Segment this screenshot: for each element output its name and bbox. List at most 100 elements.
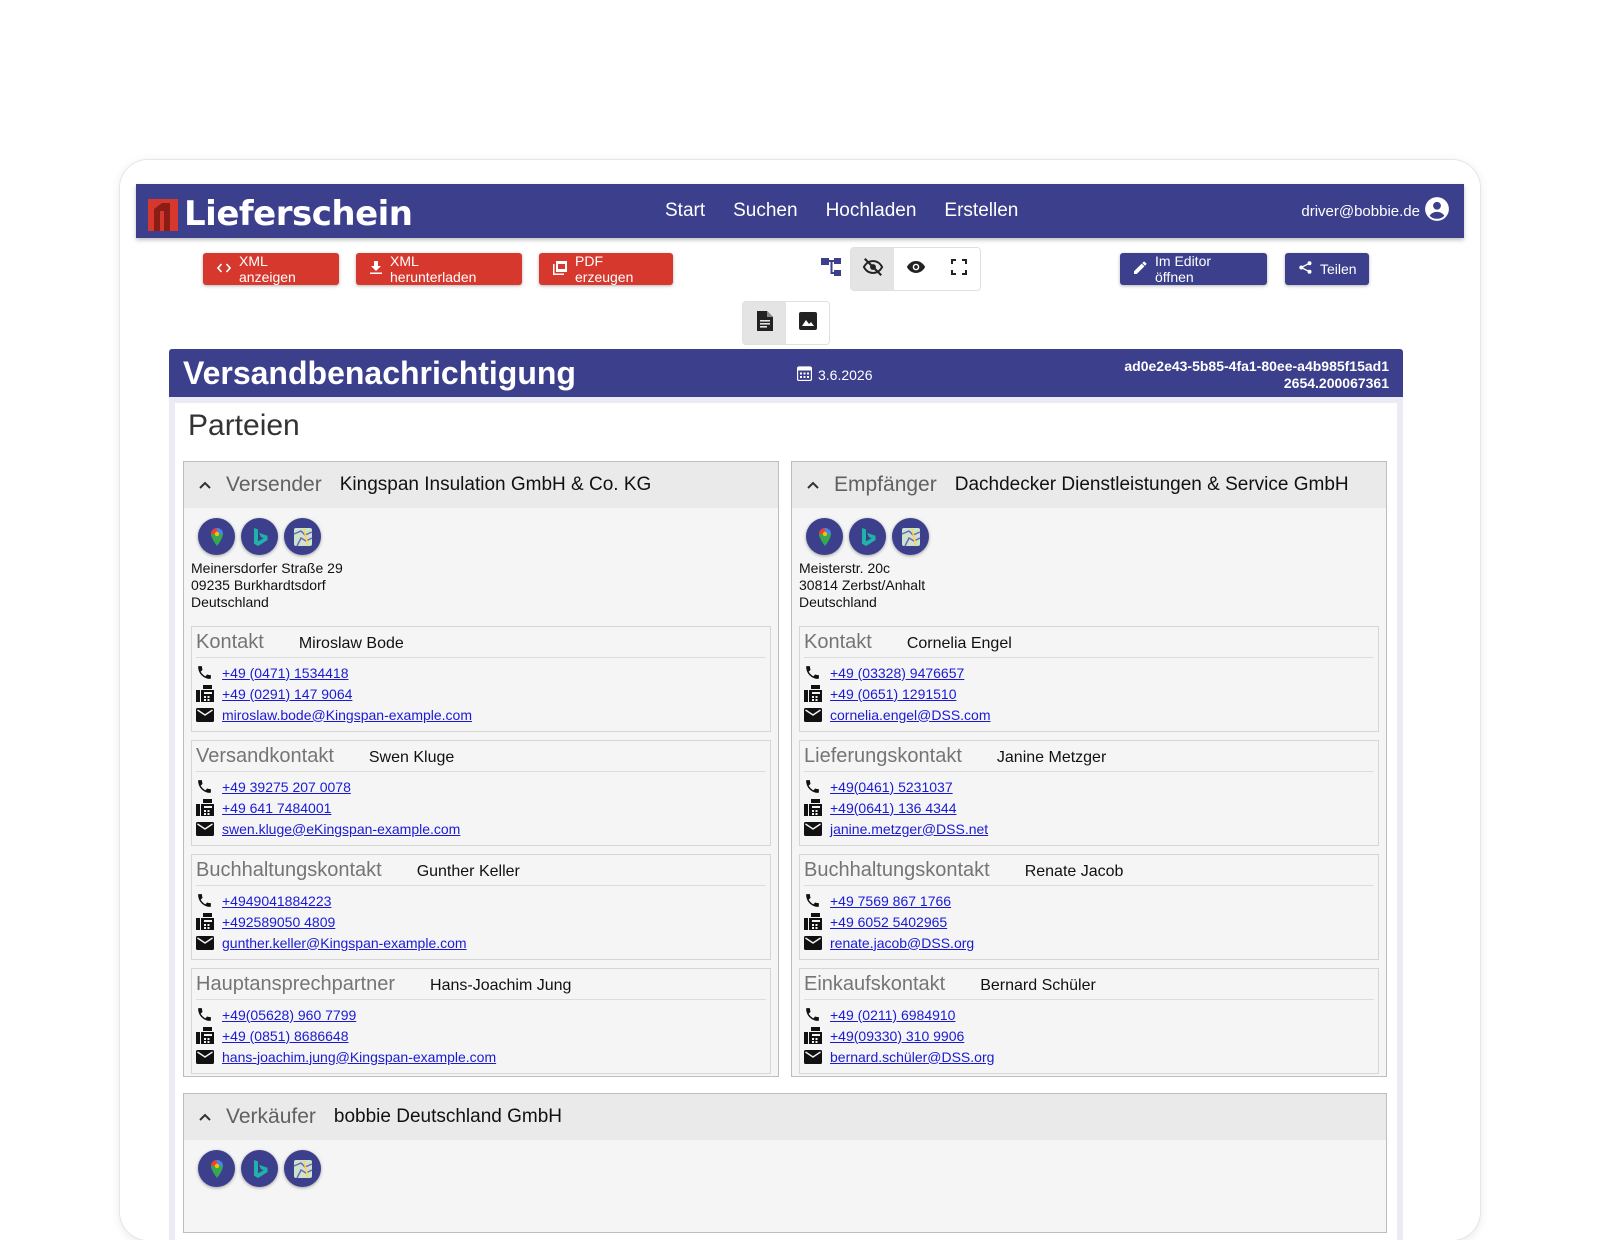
contact-name: Bernard Schüler (980, 977, 1096, 994)
mail-icon (804, 935, 830, 950)
xml-show-button[interactable]: XML anzeigen (203, 253, 339, 285)
main-nav: Start Suchen Hochladen Erstellen (665, 184, 1018, 238)
address-country: Deutschland (799, 594, 877, 610)
phone-link[interactable]: +49(0461) 5231037 (830, 779, 953, 795)
contact-role: Buchhaltungskontakt (196, 859, 382, 881)
xml-show-label: XML anzeigen (239, 253, 296, 285)
fax-link[interactable]: +49 641 7484001 (222, 800, 331, 816)
contact-card: Buchhaltungskontakt Gunther Keller +49490… (191, 854, 771, 960)
fax-link[interactable]: +49 (0651) 1291510 (830, 686, 957, 702)
osm-maps-icon[interactable] (284, 1150, 321, 1187)
show-toggle[interactable] (894, 248, 937, 290)
party-header[interactable]: Verkäufer bobbie Deutschland GmbH (184, 1094, 1386, 1140)
party-name: Dachdecker Dienstleistungen & Service Gm… (954, 474, 1349, 495)
email-link[interactable]: miroslaw.bode@Kingspan-example.com (222, 707, 472, 723)
party-header[interactable]: Empfänger Dachdecker Dienstleistungen & … (792, 462, 1386, 508)
download-icon (370, 261, 382, 277)
nav-start[interactable]: Start (665, 200, 705, 222)
party-role: Verkäufer (226, 1105, 316, 1128)
contact-name: Hans-Joachim Jung (430, 977, 572, 994)
party-card-sender: Versender Kingspan Insulation GmbH & Co.… (183, 461, 779, 1077)
phone-link[interactable]: +49 (03328) 9476657 (830, 665, 964, 681)
bing-maps-icon[interactable] (849, 518, 886, 555)
google-maps-icon[interactable] (198, 518, 235, 555)
email-link[interactable]: janine.metzger@DSS.net (830, 821, 988, 837)
document-date-value: 3.6.2026 (818, 366, 873, 383)
image-toggle[interactable] (786, 302, 829, 344)
bing-maps-icon[interactable] (241, 518, 278, 555)
phone-link[interactable]: +4949041884223 (222, 893, 331, 909)
fax-link[interactable]: +49(0641) 136 4344 (830, 800, 957, 816)
address-country: Deutschland (191, 594, 269, 610)
party-role: Empfänger (834, 473, 937, 496)
contact-card: Kontakt Miroslaw Bode +49 (0471) 1534418 … (191, 626, 771, 732)
party-header[interactable]: Versender Kingspan Insulation GmbH & Co.… (184, 462, 778, 508)
logo[interactable]: Lieferschein (148, 194, 413, 234)
tree-view-button[interactable] (812, 247, 852, 291)
fax-icon (804, 685, 830, 702)
app-window: Lieferschein Start Suchen Hochladen Erst… (120, 160, 1480, 1240)
share-button[interactable]: Teilen (1285, 253, 1369, 285)
mail-icon (196, 821, 222, 836)
contact-role: Buchhaltungskontakt (804, 859, 990, 881)
contact-role: Einkaufskontakt (804, 973, 946, 995)
address: Meisterstr. 20c 30814 Zerbst/Anhalt Deut… (792, 555, 1386, 611)
fax-link[interactable]: +492589050 4809 (222, 914, 335, 930)
phone-link[interactable]: +49 39275 207 0078 (222, 779, 351, 795)
hide-toggle[interactable] (851, 248, 894, 290)
fullscreen-icon (950, 258, 967, 280)
contact-role: Kontakt (804, 631, 872, 653)
nav-suchen[interactable]: Suchen (733, 200, 797, 222)
document-title: Versandbenachrichtigung (183, 355, 576, 391)
share-label: Teilen (1320, 261, 1357, 277)
mail-icon (196, 707, 222, 722)
contact-card: Kontakt Cornelia Engel +49 (03328) 947665… (799, 626, 1379, 732)
email-link[interactable]: bernard.schüler@DSS.org (830, 1049, 994, 1065)
pdf-icon (553, 260, 567, 278)
osm-maps-icon[interactable] (284, 518, 321, 555)
contact-card: Hauptansprechpartner Hans-Joachim Jung +4… (191, 968, 771, 1074)
phone-icon (804, 664, 830, 681)
party-name: bobbie Deutschland GmbH (333, 1106, 563, 1127)
email-link[interactable]: swen.kluge@eKingspan-example.com (222, 821, 460, 837)
email-link[interactable]: cornelia.engel@DSS.com (830, 707, 991, 723)
open-editor-button[interactable]: Im Editor öffnen (1120, 253, 1267, 285)
email-link[interactable]: gunther.keller@Kingspan-example.com (222, 935, 467, 951)
fax-link[interactable]: +49(09330) 310 9906 (830, 1028, 964, 1044)
xml-download-button[interactable]: XML herunterladen (356, 253, 522, 285)
fax-icon (804, 913, 830, 930)
fax-link[interactable]: +49 (0291) 147 9064 (222, 686, 352, 702)
document-body: Parteien Versender Kingspan Insulation G… (169, 397, 1403, 1240)
fax-link[interactable]: +49 6052 5402965 (830, 914, 947, 930)
phone-icon (804, 778, 830, 795)
document-date: 3.6.2026 (796, 365, 873, 384)
google-maps-icon[interactable] (806, 518, 843, 555)
phone-link[interactable]: +49(05628) 960 7799 (222, 1007, 356, 1023)
fullscreen-toggle[interactable] (937, 248, 980, 290)
phone-icon (804, 1006, 830, 1023)
chevron-up-icon (806, 480, 822, 490)
chevron-up-icon (198, 1112, 214, 1122)
email-link[interactable]: renate.jacob@DSS.org (830, 935, 974, 951)
user-menu[interactable]: driver@bobbie.de (1301, 184, 1450, 238)
fax-link[interactable]: +49 (0851) 8686648 (222, 1028, 349, 1044)
pdf-create-button[interactable]: PDF erzeugen (539, 253, 673, 285)
code-icon (216, 261, 232, 277)
nav-erstellen[interactable]: Erstellen (944, 200, 1018, 222)
nav-hochladen[interactable]: Hochladen (826, 200, 917, 222)
address: Meinersdorfer Straße 29 09235 Burkhardts… (184, 555, 778, 611)
phone-link[interactable]: +49 (0471) 1534418 (222, 665, 349, 681)
email-link[interactable]: hans-joachim.jung@Kingspan-example.com (222, 1049, 496, 1065)
bing-maps-icon[interactable] (241, 1150, 278, 1187)
contact-role: Hauptansprechpartner (196, 973, 396, 995)
mail-icon (804, 1049, 830, 1064)
phone-link[interactable]: +49 (0211) 6984910 (830, 1007, 955, 1023)
mail-icon (804, 707, 830, 722)
phone-link[interactable]: +49 7569 867 1766 (830, 893, 951, 909)
document-toggle[interactable] (743, 302, 786, 344)
contact-name: Swen Kluge (368, 749, 455, 766)
document-id: ad0e2e43-5b85-4fa1-80ee-a4b985f15ad1 265… (1124, 358, 1389, 392)
osm-maps-icon[interactable] (892, 518, 929, 555)
google-maps-icon[interactable] (198, 1150, 235, 1187)
fax-icon (196, 913, 222, 930)
